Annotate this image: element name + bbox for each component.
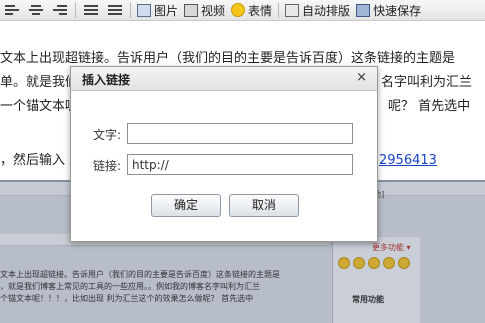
insert-video-label: 视频 <box>201 3 226 18</box>
dialog-title: 插入链接 <box>82 73 131 87</box>
link-field-label: 链接: <box>93 159 122 173</box>
close-icon[interactable]: × <box>356 70 367 85</box>
link-text-input[interactable] <box>127 123 353 144</box>
toolbar-divider <box>75 2 76 18</box>
auto-format-label: 自动排版 <box>302 3 351 18</box>
align-center-icon[interactable] <box>29 4 43 16</box>
align-left-icon[interactable] <box>5 4 19 16</box>
insert-image-button[interactable]: 图片 <box>134 1 181 20</box>
smiley-icon <box>231 3 246 17</box>
editor-link[interactable]: 2956413 <box>379 149 437 173</box>
link-url-input[interactable] <box>127 154 353 175</box>
align-right-icon[interactable] <box>53 4 67 16</box>
editor-line: ，然后输入 <box>0 153 66 168</box>
editor-line: 名字叫利为汇兰 <box>381 75 473 90</box>
editor-line: 呢？ 首先选中 <box>388 99 471 114</box>
editor-toolbar: 图片 视频 表情 自动排版 快速保存 <box>0 0 485 21</box>
toolbar-divider <box>130 2 131 18</box>
insert-video-button[interactable]: 视频 <box>181 1 228 20</box>
video-icon <box>184 3 199 17</box>
image-icon <box>137 3 151 17</box>
insert-emoji-label: 表情 <box>248 3 273 18</box>
quick-save-label: 快速保存 <box>373 3 422 18</box>
cancel-button[interactable]: 取消 <box>229 194 299 217</box>
auto-format-icon <box>285 3 300 17</box>
dialog-header: 插入链接 × <box>71 67 377 91</box>
ok-button[interactable]: 确定 <box>151 194 221 217</box>
insert-image-label: 图片 <box>154 3 179 18</box>
bullet-list-icon[interactable] <box>84 4 98 16</box>
save-icon <box>356 3 371 17</box>
text-field-label: 文字: <box>93 128 122 142</box>
editor-line: 一个锚文本呢 <box>0 99 79 114</box>
numbered-list-icon[interactable] <box>108 4 122 16</box>
editor-line: 单。就是我们 <box>0 75 79 90</box>
insert-emoji-button[interactable]: 表情 <box>228 1 275 20</box>
insert-link-dialog: 插入链接 × 文字: 链接: 确定 取消 <box>70 66 378 242</box>
auto-format-button[interactable]: 自动排版 <box>282 1 353 20</box>
toolbar-divider <box>278 2 280 18</box>
quick-save-button[interactable]: 快速保存 <box>353 1 424 20</box>
